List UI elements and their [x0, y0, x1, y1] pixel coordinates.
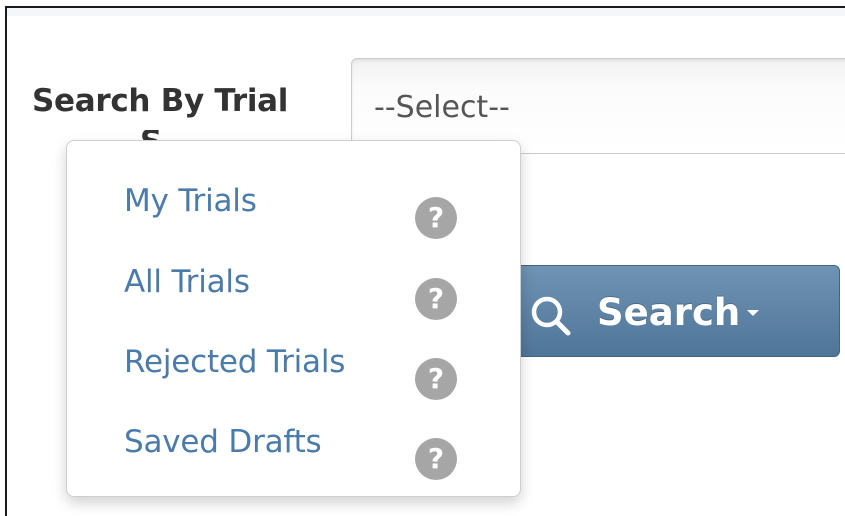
- help-icon[interactable]: ?: [415, 358, 457, 400]
- menu-item-label[interactable]: Rejected Trials: [124, 344, 345, 380]
- top-band: [7, 8, 845, 16]
- help-icon[interactable]: ?: [415, 197, 457, 239]
- select-value: --Select--: [374, 90, 510, 125]
- trial-dropdown-menu: My Trials ? All Trials ? Rejected Trials…: [66, 140, 521, 497]
- menu-item-label[interactable]: All Trials: [124, 264, 250, 300]
- menu-item-label[interactable]: Saved Drafts: [124, 424, 322, 460]
- search-button-label: Search: [597, 291, 741, 334]
- menu-item-all-trials[interactable]: All Trials ?: [67, 252, 520, 330]
- menu-item-rejected-trials[interactable]: Rejected Trials ?: [67, 332, 520, 410]
- help-icon[interactable]: ?: [415, 438, 457, 480]
- caret-down-icon[interactable]: [747, 310, 759, 316]
- search-icon: [531, 296, 571, 336]
- menu-item-my-trials[interactable]: My Trials ?: [67, 171, 520, 249]
- search-by-trial-label: Search By Trial: [32, 83, 289, 119]
- menu-item-label[interactable]: My Trials: [124, 183, 257, 219]
- menu-item-saved-drafts[interactable]: Saved Drafts ?: [67, 412, 520, 490]
- search-button[interactable]: Search: [470, 265, 840, 357]
- help-icon[interactable]: ?: [415, 278, 457, 320]
